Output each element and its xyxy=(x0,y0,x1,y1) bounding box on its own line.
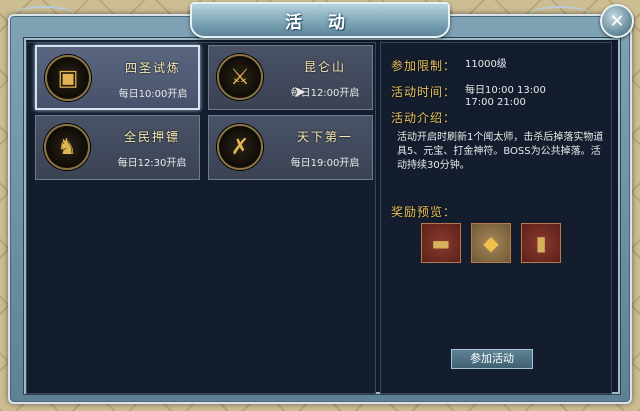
activity-list-panel: ▣ 四圣试炼 每日10:00开启 ⚔ 昆仑山 每日12:00开启 ♞ 全民押镖 … xyxy=(26,42,376,394)
gold-ingot-icon[interactable]: ◆ xyxy=(471,223,511,263)
window-title: 活 动 xyxy=(285,12,355,33)
activity-card-sishengshilian[interactable]: ▣ 四圣试炼 每日10:00开启 xyxy=(35,45,200,110)
time-label: 活动时间： xyxy=(391,85,457,99)
activity-name: 天下第一 xyxy=(296,130,353,144)
frame-ornament-right xyxy=(530,6,590,22)
activity-card-quanminyabiao[interactable]: ♞ 全民押镖 每日12:30开启 xyxy=(35,115,200,180)
scroll-item-icon[interactable]: ▬ xyxy=(421,223,461,263)
activity-name: 四圣试炼 xyxy=(124,61,181,75)
intro-text: 活动开启时刷新1个闻太师，击杀后掉落实物道具5、元宝、打金神符。BOSS为公共掉… xyxy=(397,132,604,171)
reward-glyph: ▬ xyxy=(431,231,451,255)
crossed-swords-icon: ✗ xyxy=(217,124,263,170)
requirement-label: 参加限制： xyxy=(391,59,457,73)
golden-sword-icon: ⚔ xyxy=(217,54,263,100)
activity-detail-panel: 参加限制： 11000级 活动时间： 每日10:00 13:00 17:00 2… xyxy=(380,42,612,394)
treasure-chest-icon: ▣ xyxy=(45,55,91,101)
activity-time: 每日19:00开启 xyxy=(290,158,360,169)
activity-name: 昆仑山 xyxy=(303,60,346,74)
talisman-item-icon[interactable]: ▮ xyxy=(521,223,561,263)
reward-glyph: ◆ xyxy=(483,231,499,255)
close-button[interactable]: ✕ xyxy=(600,4,634,38)
activity-card-kunlunshan[interactable]: ⚔ 昆仑山 每日12:00开启 xyxy=(208,45,373,110)
activity-time: 每日12:30开启 xyxy=(117,158,187,169)
rewards-label: 奖励预览： xyxy=(391,205,457,219)
time-value-line2: 17:00 21:00 xyxy=(465,97,526,108)
warrior-icon: ♞ xyxy=(44,124,90,170)
time-value-line1: 每日10:00 13:00 xyxy=(465,85,546,96)
close-icon: ✕ xyxy=(609,10,625,32)
intro-label: 活动介绍： xyxy=(391,111,457,125)
frame-ornament-left xyxy=(14,6,74,22)
activity-name: 全民押镖 xyxy=(123,130,180,144)
mouse-cursor-icon: ➤ xyxy=(293,82,307,101)
requirement-value: 11000级 xyxy=(465,59,507,70)
activity-time: 每日10:00开启 xyxy=(118,89,188,100)
activity-card-tianxiadiyi[interactable]: ✗ 天下第一 每日19:00开启 xyxy=(208,115,373,180)
title-plate: 活 动 xyxy=(190,2,450,38)
join-activity-button[interactable]: 参加活动 xyxy=(451,349,533,369)
reward-glyph: ▮ xyxy=(535,231,547,255)
